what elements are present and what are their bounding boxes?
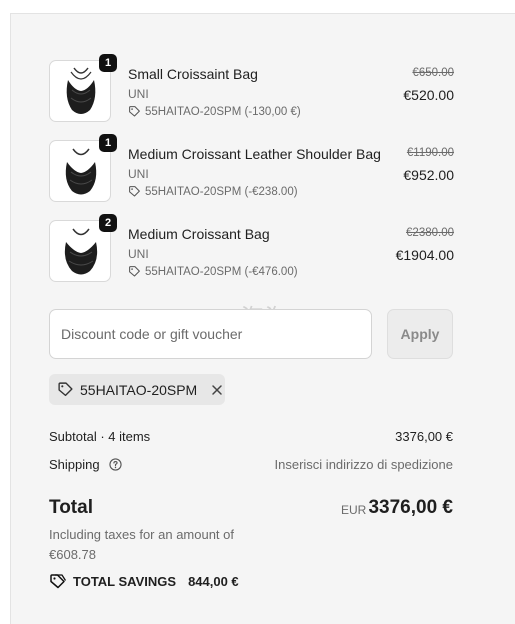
line-discount-text: 55HAITAO-20SPM (-€476.00) [145, 265, 298, 278]
cart-line-item: 1 Medium Croissant Leather Shoulder Bag … [49, 134, 454, 206]
subtotal-label: Subtotal · 4 items [49, 429, 151, 444]
cart-line-item: 2 Medium Croissant Bag UNI 55HAITAO-20SP… [49, 214, 454, 286]
shipping-row: Shipping [49, 457, 122, 472]
product-thumbnail: 2 [49, 214, 117, 282]
cart-line-item: 1 Small Croissaint Bag UNI 55HAITAO-20SP… [49, 54, 454, 126]
line-discount: 55HAITAO-20SPM (-€238.00) [128, 185, 298, 198]
croissant-bag-image [64, 228, 98, 275]
tag-icon [50, 574, 67, 589]
discounted-price: €520.00 [403, 87, 454, 103]
tax-note: Including taxes for an amount of €608.78 [49, 527, 235, 562]
product-name: Medium Croissant Bag [128, 226, 270, 242]
line-discount: 55HAITAO-20SPM (-130,00 €) [128, 105, 301, 118]
product-thumbnail: 1 [49, 134, 117, 202]
line-discount-text: 55HAITAO-20SPM (-130,00 €) [145, 105, 301, 118]
help-icon[interactable] [109, 458, 122, 471]
product-variant: UNI [128, 87, 149, 101]
currency-code: EUR [341, 503, 367, 517]
tag-icon [129, 106, 140, 117]
shipping-value: Inserisci indirizzo di spedizione [274, 457, 453, 472]
shipping-label: Shipping [49, 457, 100, 472]
total-savings: TOTAL SAVINGS 844,00 € [49, 572, 239, 590]
product-thumbnail: 1 [49, 54, 117, 122]
product-variant: UNI [128, 247, 149, 261]
product-variant: UNI [128, 167, 149, 181]
close-icon[interactable] [211, 384, 223, 396]
original-price: €1190.00 [406, 147, 454, 159]
line-discount-text: 55HAITAO-20SPM (-€238.00) [145, 185, 298, 198]
total-label: Total [49, 497, 93, 518]
quantity-badge: 1 [99, 134, 117, 152]
total-amount: 3376,00 € [368, 497, 453, 518]
discounted-price: €1904.00 [395, 247, 454, 263]
product-name: Small Croissaint Bag [128, 66, 258, 82]
tag-icon [129, 266, 140, 277]
subtotal-value: 3376,00 € [395, 429, 453, 444]
applied-code-text: 55HAITAO-20SPM [80, 381, 198, 398]
line-discount: 55HAITAO-20SPM (-€476.00) [128, 265, 298, 278]
applied-discount-chip: 55HAITAO-20SPM [49, 374, 225, 405]
croissant-bag-image [66, 67, 96, 114]
tag-icon [58, 382, 73, 397]
tag-icon [129, 186, 140, 197]
original-price: €2380.00 [406, 227, 454, 239]
savings-label: TOTAL SAVINGS [73, 573, 177, 589]
product-name: Medium Croissant Leather Shoulder Bag [128, 146, 381, 162]
croissant-bag-image [65, 148, 97, 195]
quantity-badge: 2 [99, 214, 117, 232]
apply-button[interactable]: Apply [387, 309, 453, 359]
discounted-price: €952.00 [403, 167, 454, 183]
savings-amount: 844,00 € [188, 573, 239, 589]
original-price: €650.00 [412, 67, 454, 79]
discount-code-input[interactable] [49, 309, 372, 359]
quantity-badge: 1 [99, 54, 117, 72]
